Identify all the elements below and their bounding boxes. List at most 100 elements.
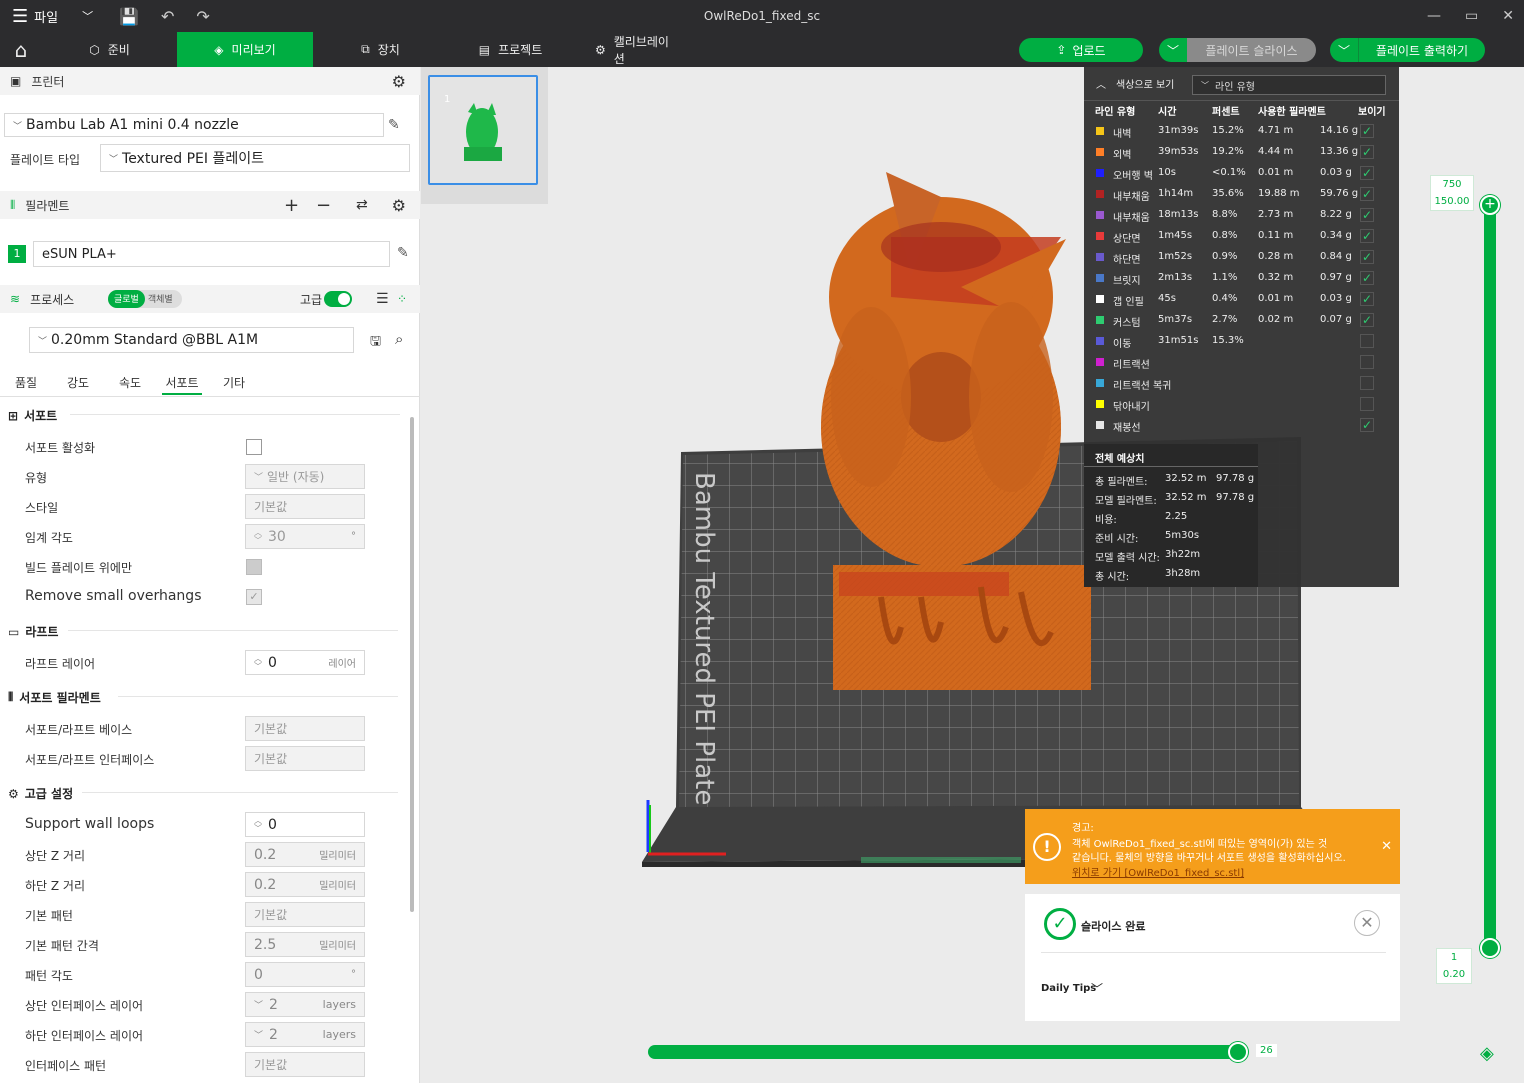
stepper-arrows-icon[interactable]: ︿ ﹀ xyxy=(254,654,262,671)
close-icon[interactable]: ✕ xyxy=(1502,8,1514,24)
remove-icon[interactable]: − xyxy=(316,195,331,216)
bottom-interface-layers-select[interactable]: ﹀ 2 layers xyxy=(245,1022,365,1047)
visibility-checkbox[interactable] xyxy=(1360,376,1374,390)
print-plate-button[interactable]: 플레이트 출력하기 xyxy=(1358,38,1485,62)
print-dropdown[interactable]: ﹀ xyxy=(1330,38,1358,62)
file-menu[interactable]: ☰ 파일 ﹀ xyxy=(0,6,93,27)
undo-icon[interactable]: ↶ xyxy=(161,7,174,26)
visibility-checkbox[interactable]: ✓ xyxy=(1360,124,1374,138)
move-slider[interactable] xyxy=(648,1045,1238,1059)
visibility-checkbox[interactable]: ✓ xyxy=(1360,145,1374,159)
advanced-toggle[interactable] xyxy=(324,291,352,307)
threshold-angle-stepper[interactable]: ︿ ﹀ 30 ° xyxy=(245,524,365,549)
tab-quality[interactable]: 품질 xyxy=(0,371,52,395)
support-interface-select[interactable]: 기본값 xyxy=(245,746,365,771)
tab-device[interactable]: ⧉ 장치 xyxy=(313,32,448,67)
layer-slider[interactable] xyxy=(1484,200,1496,950)
upload-button[interactable]: ⇪ 업로드 xyxy=(1019,38,1143,62)
visibility-checkbox[interactable]: ✓ xyxy=(1360,313,1374,327)
gear-icon[interactable]: ⚙ xyxy=(392,196,406,215)
layers-icon[interactable]: ◈ xyxy=(1480,1043,1494,1064)
layer-slider-top-handle[interactable]: + xyxy=(1480,195,1500,215)
compare-icon[interactable]: ⁘ xyxy=(397,292,407,306)
stepper-arrows-icon[interactable]: ︿ ﹀ xyxy=(254,528,262,545)
close-button[interactable]: ✕ xyxy=(1354,910,1380,936)
tab-calibration[interactable]: ⚙ 캘리브레이션 xyxy=(573,32,698,67)
tab-prepare[interactable]: ⬡ 준비 xyxy=(42,32,177,67)
sync-icon[interactable]: ⇄ xyxy=(356,197,368,213)
toggle-object[interactable]: 객체별 xyxy=(145,290,176,308)
add-icon[interactable]: + xyxy=(284,195,299,216)
home-button[interactable]: ⌂ xyxy=(0,32,42,67)
edit-icon[interactable]: ✎ xyxy=(388,117,400,133)
warning-link[interactable]: 위치로 가기 [OwlReDo1_fixed_sc.stl] xyxy=(1072,864,1244,879)
daily-tips-label[interactable]: Daily Tips xyxy=(1041,983,1096,994)
remove-small-overhangs-checkbox[interactable]: ✓ xyxy=(246,589,262,605)
interface-pattern-select[interactable]: 기본값 xyxy=(245,1052,365,1077)
top-interface-layers-select[interactable]: ﹀ 2 layers xyxy=(245,992,365,1017)
filament-select[interactable]: eSUN PLA+ xyxy=(33,241,390,267)
printer-select[interactable]: ﹀ Bambu Lab A1 mini 0.4 nozzle xyxy=(4,113,384,137)
visibility-checkbox[interactable] xyxy=(1360,334,1374,348)
tab-preview[interactable]: ◈ 미리보기 xyxy=(177,32,313,67)
stepper-arrows-icon[interactable]: ︿ ﹀ xyxy=(254,816,262,833)
visibility-checkbox[interactable]: ✓ xyxy=(1360,418,1374,432)
visibility-checkbox[interactable] xyxy=(1360,355,1374,369)
edit-icon[interactable]: ✎ xyxy=(397,245,409,261)
support-enable-checkbox[interactable] xyxy=(246,439,262,455)
sidebar-scrollbar[interactable] xyxy=(410,417,414,912)
visibility-checkbox[interactable]: ✓ xyxy=(1360,250,1374,264)
slice-plate-button[interactable]: 플레이트 슬라이스 xyxy=(1187,38,1316,62)
base-pattern-select[interactable]: 기본값 xyxy=(245,902,365,927)
tab-other[interactable]: 기타 xyxy=(208,371,260,395)
pattern-angle-input[interactable]: 0 ° xyxy=(245,962,365,987)
unit: 밀리미터 xyxy=(319,941,356,952)
collapse-icon[interactable]: ︿ xyxy=(1096,76,1106,91)
plate-type-select[interactable]: ﹀ Textured PEI 플레이트 xyxy=(100,144,410,172)
chevron-down-icon[interactable]: ﹀ xyxy=(1091,980,1103,997)
minimize-icon[interactable]: — xyxy=(1427,8,1441,24)
visibility-checkbox[interactable]: ✓ xyxy=(1360,229,1374,243)
visibility-checkbox[interactable]: ✓ xyxy=(1360,208,1374,222)
bottom-layer-height: 0.20 xyxy=(1442,969,1466,980)
tab-speed[interactable]: 속도 xyxy=(104,371,156,395)
search-icon[interactable]: ⌕ xyxy=(395,330,403,348)
gear-icon: ⚙ xyxy=(595,42,606,57)
build-plate-only-checkbox[interactable] xyxy=(246,559,262,575)
toggle-global[interactable]: 글로벌 xyxy=(108,290,145,308)
visibility-checkbox[interactable]: ✓ xyxy=(1360,271,1374,285)
raft-layers-stepper[interactable]: ︿ ﹀ 0 레이어 xyxy=(245,650,365,675)
visibility-checkbox[interactable]: ✓ xyxy=(1360,292,1374,306)
plate-thumbnail[interactable]: 1 xyxy=(428,75,538,185)
wall-loops-stepper[interactable]: ︿ ﹀ 0 xyxy=(245,812,365,837)
move-slider-handle[interactable] xyxy=(1228,1042,1248,1062)
support-base-select[interactable]: 기본값 xyxy=(245,716,365,741)
tab-project[interactable]: ▤ 프로젝트 xyxy=(448,32,573,67)
maximize-icon[interactable]: ▭ xyxy=(1465,8,1478,24)
line-type-select[interactable]: ﹀ 라인 유형 xyxy=(1192,75,1386,95)
stepper-value: 30 xyxy=(268,528,286,545)
layer-slider-bottom-handle[interactable] xyxy=(1480,938,1500,958)
slice-dropdown[interactable]: ﹀ xyxy=(1159,38,1187,62)
gear-icon[interactable]: ⚙ xyxy=(392,72,406,91)
save-icon[interactable]: 💾 xyxy=(119,7,139,26)
save-icon[interactable]: 🖫 xyxy=(370,332,381,354)
list-icon[interactable]: ☰ xyxy=(376,291,389,307)
bottom-z-input[interactable]: 0.2 밀리미터 xyxy=(245,872,365,897)
support-type-select[interactable]: ﹀ 일반 (자동) xyxy=(245,464,365,489)
top-z-input[interactable]: 0.2 밀리미터 xyxy=(245,842,365,867)
visibility-checkbox[interactable]: ✓ xyxy=(1360,166,1374,180)
filament-slot-badge[interactable]: 1 xyxy=(8,245,26,263)
close-icon[interactable]: ✕ xyxy=(1381,839,1392,854)
support-style-select[interactable]: 기본값 xyxy=(245,494,365,519)
visibility-checkbox[interactable]: ✓ xyxy=(1360,187,1374,201)
visibility-checkbox[interactable] xyxy=(1360,397,1374,411)
process-preset-select[interactable]: ﹀ 0.20mm Standard @BBL A1M xyxy=(29,327,354,353)
line-type-percent: 15.3% xyxy=(1212,335,1244,346)
tab-strength[interactable]: 강도 xyxy=(52,371,104,395)
base-spacing-input[interactable]: 2.5 밀리미터 xyxy=(245,932,365,957)
global-object-toggle[interactable]: 글로벌 객체별 xyxy=(108,290,182,308)
section-title: 프린터 xyxy=(31,74,65,89)
redo-icon[interactable]: ↷ xyxy=(196,7,209,26)
tab-support[interactable]: 서포트 xyxy=(162,371,202,395)
